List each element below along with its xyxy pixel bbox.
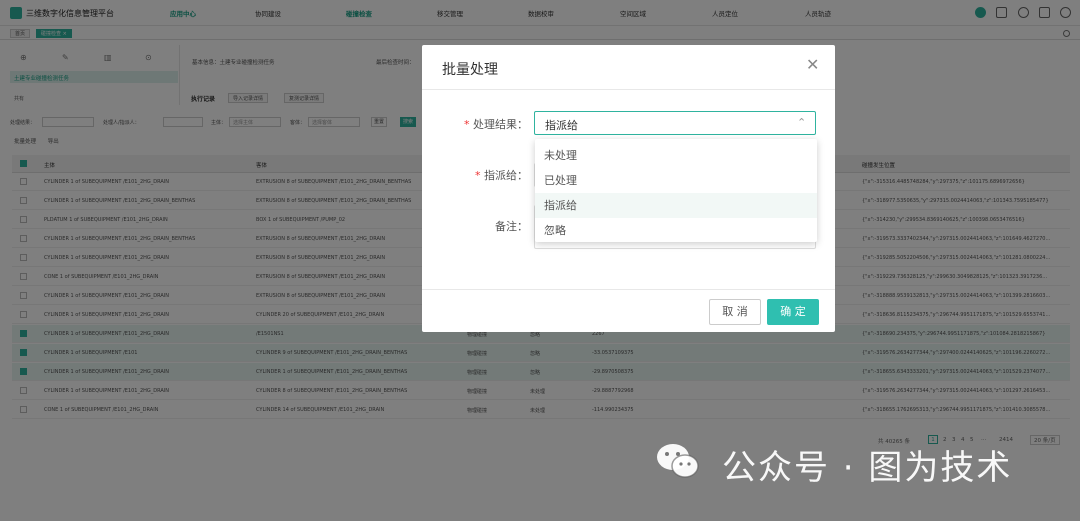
dialog-footer-divider [422,289,835,290]
result-select-value: 指派给 [545,119,578,132]
wechat-icon [657,444,699,478]
result-label: * 处理结果： [464,118,528,131]
option-processed[interactable]: 已处理 [535,168,817,193]
assign-label: * 指派给： [475,169,528,182]
close-icon[interactable]: ✕ [806,57,819,73]
result-dropdown: 未处理 已处理 指派给 忽略 [535,139,817,242]
chevron-up-icon: ⌃ [797,116,807,129]
note-label: 备注： [495,220,528,233]
watermark-text: 公众号 · 图为技术 [722,448,1013,488]
dialog-title: 批量处理 [442,62,498,78]
confirm-button[interactable]: 确 定 [767,299,819,325]
option-unprocessed[interactable]: 未处理 [535,143,817,168]
dialog-header-divider [422,89,835,90]
result-select[interactable]: 指派给 ⌃ [534,111,816,135]
cancel-button[interactable]: 取 消 [709,299,761,325]
option-assign[interactable]: 指派给 [535,193,817,218]
option-ignore[interactable]: 忽略 [535,218,817,243]
